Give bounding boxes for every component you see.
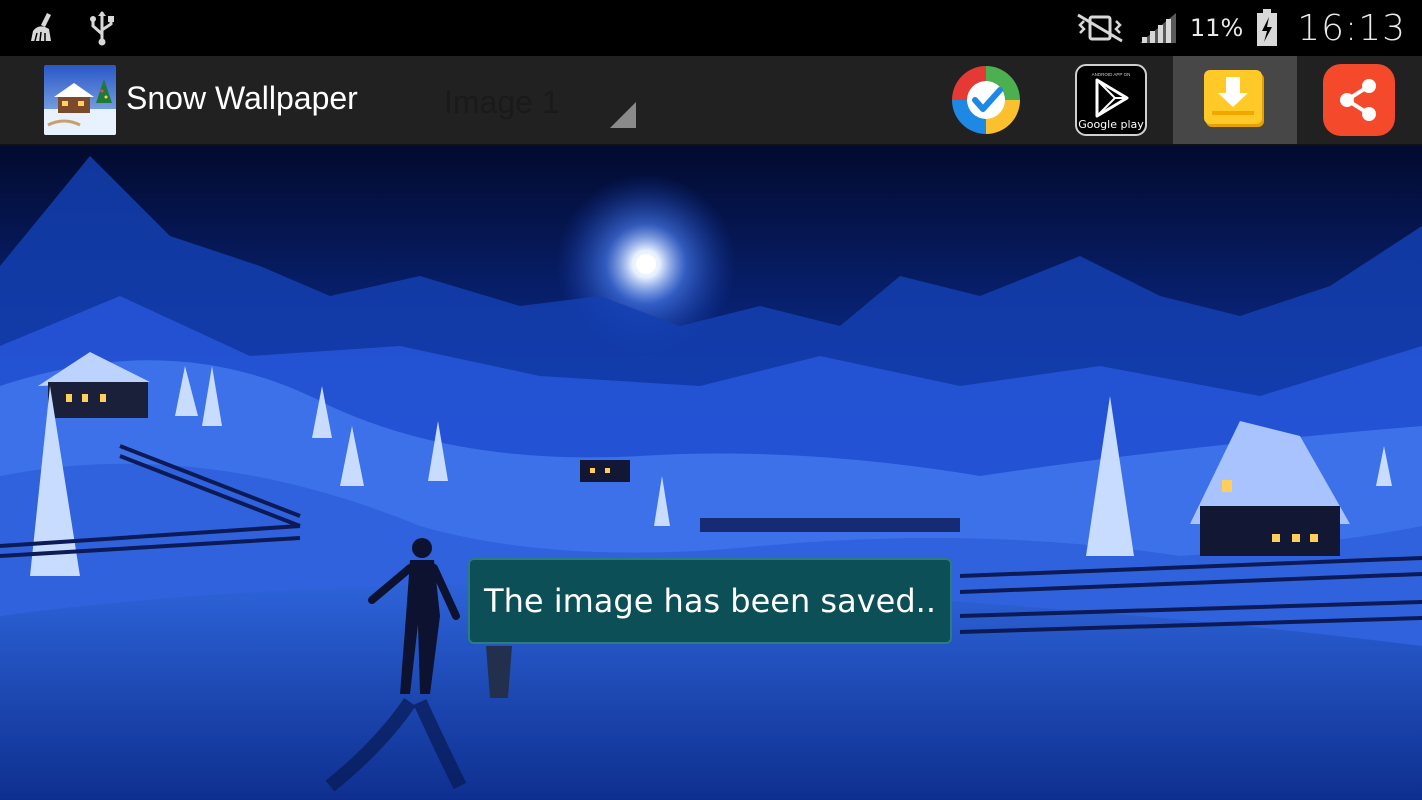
spinner-selected-value: Image 1 <box>444 84 560 120</box>
clock: 16:13 <box>1297 7 1406 49</box>
status-bar: 11% 16:13 <box>0 0 1422 56</box>
vibrate-mute-icon <box>1074 10 1126 46</box>
google-play-caption: Google play <box>1078 118 1144 131</box>
battery-percent: 11% <box>1189 14 1244 42</box>
battery-charging-icon <box>1255 9 1279 46</box>
signal-icon <box>1138 10 1178 46</box>
set-wallpaper-button[interactable] <box>924 56 1048 144</box>
status-bar-right: 11% 16:13 <box>1074 6 1406 50</box>
app-title: Snow Wallpaper <box>126 80 358 116</box>
wallpaper-image[interactable] <box>0 146 1422 800</box>
google-play-button[interactable]: ANDROID APP ON Google play <box>1049 56 1173 144</box>
spinner-arrow-icon <box>610 102 636 128</box>
action-bar: Snow Wallpaper Image 1 ANDROID APP ON Go… <box>0 56 1422 146</box>
check-circle-icon <box>952 66 1020 134</box>
usb-icon <box>86 10 118 46</box>
status-bar-left <box>28 10 118 46</box>
save-image-button[interactable] <box>1173 56 1297 144</box>
svg-text:ANDROID APP ON: ANDROID APP ON <box>1092 72 1131 77</box>
toast-message: The image has been saved.. <box>468 558 952 644</box>
download-icon <box>1204 70 1264 127</box>
share-icon <box>1323 64 1395 136</box>
broom-icon <box>28 10 60 46</box>
image-spinner[interactable]: Image 1 <box>426 62 642 138</box>
share-button[interactable] <box>1297 56 1421 144</box>
app-icon[interactable] <box>44 65 116 135</box>
